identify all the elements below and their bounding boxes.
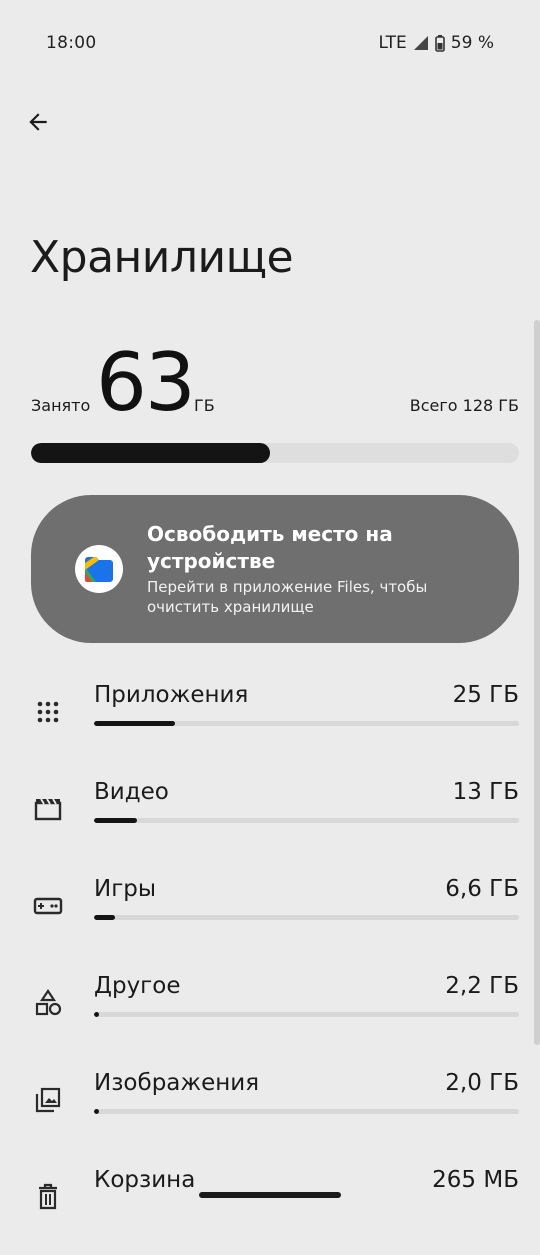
battery-level: 59 % xyxy=(450,33,494,53)
category-row-games[interactable]: Игры 6,6 ГБ xyxy=(0,867,540,964)
category-label: Изображения xyxy=(94,1070,260,1096)
category-row-other[interactable]: Другое 2,2 ГБ xyxy=(0,964,540,1061)
category-label: Приложения xyxy=(94,682,249,708)
used-label: Занято xyxy=(31,396,91,415)
files-app-icon xyxy=(75,545,123,593)
storage-usage-fill xyxy=(31,443,271,463)
video-clapper-icon xyxy=(30,791,66,827)
gamepad-icon xyxy=(30,888,66,924)
category-row-trash[interactable]: Корзина 265 МБ xyxy=(0,1158,540,1255)
back-button[interactable] xyxy=(20,104,56,140)
network-label: LTE xyxy=(378,33,407,53)
used-value: 63 xyxy=(96,336,196,429)
category-size: 265 МБ xyxy=(432,1167,519,1193)
promo-subtitle: Перейти в приложение Files, чтобы очисти… xyxy=(147,578,428,616)
images-icon xyxy=(30,1082,66,1118)
category-bar xyxy=(94,721,519,726)
category-label: Другое xyxy=(94,973,181,999)
category-label: Корзина xyxy=(94,1167,196,1193)
category-bar-fill xyxy=(94,818,137,823)
category-bar xyxy=(94,818,519,823)
trash-icon xyxy=(30,1179,66,1215)
category-bar xyxy=(94,915,519,920)
status-indicators: LTE 59 % xyxy=(379,33,494,53)
category-bar-fill xyxy=(94,721,175,726)
free-up-space-card[interactable]: Освободить место на устройстве Перейти в… xyxy=(31,495,519,643)
category-row-video[interactable]: Видео 13 ГБ xyxy=(0,770,540,867)
status-time: 18:00 xyxy=(46,33,97,53)
page-title: Хранилище xyxy=(30,232,294,283)
category-row-apps[interactable]: Приложения 25 ГБ xyxy=(0,673,540,770)
battery-icon xyxy=(434,34,445,52)
category-bar-fill xyxy=(94,1012,100,1017)
apps-grid-icon xyxy=(30,694,66,730)
category-bar xyxy=(94,1012,519,1017)
storage-usage-bar xyxy=(31,443,519,463)
category-label: Видео xyxy=(94,779,169,805)
total-label: Всего 128 ГБ xyxy=(409,396,519,415)
category-bar-fill xyxy=(94,1109,99,1114)
category-label: Игры xyxy=(94,876,157,902)
used-unit: ГБ xyxy=(194,396,215,415)
promo-title: Освободить место на устройстве xyxy=(147,522,393,573)
category-size: 13 ГБ xyxy=(452,779,519,805)
category-bar-fill xyxy=(94,915,116,920)
back-arrow-icon xyxy=(29,113,47,131)
category-size: 6,6 ГБ xyxy=(445,876,519,902)
category-row-images[interactable]: Изображения 2,0 ГБ xyxy=(0,1061,540,1158)
scrollbar[interactable] xyxy=(534,320,540,1045)
category-size: 25 ГБ xyxy=(452,682,519,708)
signal-icon xyxy=(413,36,428,50)
category-bar xyxy=(94,1109,519,1114)
category-size: 2,0 ГБ xyxy=(445,1070,519,1096)
category-size: 2,2 ГБ xyxy=(445,973,519,999)
gesture-nav-handle[interactable] xyxy=(199,1192,341,1198)
shapes-icon xyxy=(30,985,66,1021)
